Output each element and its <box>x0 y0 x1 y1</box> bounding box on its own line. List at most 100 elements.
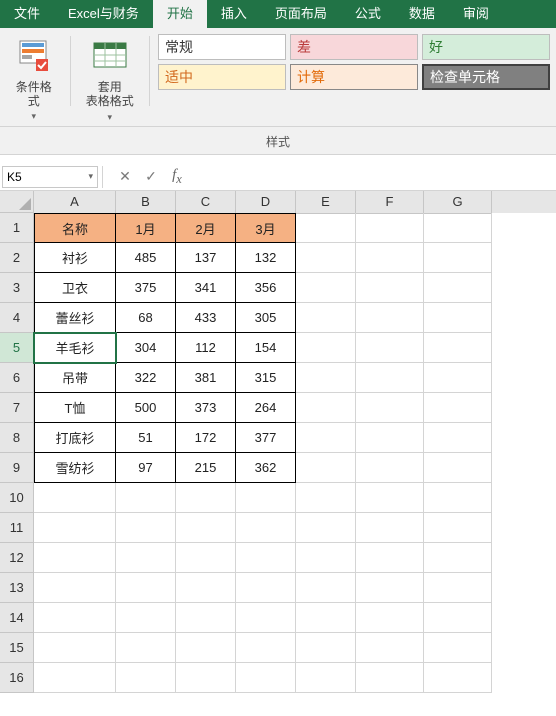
cell[interactable] <box>424 513 492 543</box>
cell[interactable] <box>116 513 176 543</box>
row-header[interactable]: 4 <box>0 303 34 333</box>
cell[interactable] <box>116 543 176 573</box>
style-calculation[interactable]: 计算 <box>290 64 418 90</box>
formula-input[interactable] <box>192 166 554 188</box>
cell[interactable] <box>424 363 492 393</box>
cell[interactable] <box>356 273 424 303</box>
cell[interactable] <box>356 603 424 633</box>
style-good[interactable]: 好 <box>422 34 550 60</box>
column-header[interactable]: E <box>296 191 356 214</box>
cell[interactable]: 264 <box>236 393 296 423</box>
cell[interactable] <box>116 633 176 663</box>
cell[interactable]: 2月 <box>176 213 236 243</box>
tab-review[interactable]: 审阅 <box>449 0 503 28</box>
cancel-icon[interactable]: ✕ <box>114 166 136 188</box>
column-header[interactable]: C <box>176 191 236 214</box>
cell[interactable]: 112 <box>176 333 236 363</box>
cell[interactable]: 305 <box>236 303 296 333</box>
cell[interactable] <box>424 663 492 693</box>
cell[interactable]: 341 <box>176 273 236 303</box>
cell[interactable] <box>356 423 424 453</box>
cell[interactable] <box>296 243 356 273</box>
cell[interactable] <box>296 363 356 393</box>
cell[interactable]: T恤 <box>34 393 116 423</box>
cell[interactable] <box>356 513 424 543</box>
cell[interactable] <box>424 543 492 573</box>
cell[interactable] <box>296 633 356 663</box>
cell[interactable] <box>356 453 424 483</box>
cell[interactable] <box>424 333 492 363</box>
cell[interactable]: 51 <box>116 423 176 453</box>
cell[interactable] <box>296 213 356 243</box>
cell[interactable] <box>356 633 424 663</box>
cell[interactable] <box>236 543 296 573</box>
cell[interactable] <box>296 663 356 693</box>
cell[interactable] <box>296 573 356 603</box>
style-check-cell[interactable]: 检查单元格 <box>422 64 550 90</box>
cell[interactable] <box>356 303 424 333</box>
row-header[interactable]: 1 <box>0 213 34 243</box>
cell[interactable] <box>424 633 492 663</box>
row-header[interactable]: 2 <box>0 243 34 273</box>
row-header[interactable]: 12 <box>0 543 34 573</box>
cell[interactable] <box>296 303 356 333</box>
tab-file[interactable]: 文件 <box>0 0 54 28</box>
column-header[interactable]: F <box>356 191 424 214</box>
column-header[interactable]: A <box>34 191 116 214</box>
cell[interactable] <box>34 663 116 693</box>
tab-home[interactable]: 开始 <box>153 0 207 28</box>
cell[interactable]: 3月 <box>236 213 296 243</box>
cell[interactable] <box>424 213 492 243</box>
cell[interactable]: 215 <box>176 453 236 483</box>
cell[interactable] <box>424 303 492 333</box>
row-header[interactable]: 15 <box>0 633 34 663</box>
cell[interactable]: 雪纺衫 <box>34 453 116 483</box>
cell[interactable] <box>34 543 116 573</box>
cell[interactable]: 衬衫 <box>34 243 116 273</box>
cell[interactable]: 304 <box>116 333 176 363</box>
cell[interactable]: 381 <box>176 363 236 393</box>
style-neutral[interactable]: 适中 <box>158 64 286 90</box>
cell[interactable]: 132 <box>236 243 296 273</box>
select-all-button[interactable] <box>0 191 34 213</box>
cell[interactable]: 羊毛衫 <box>34 333 116 363</box>
cell[interactable] <box>34 483 116 513</box>
cell[interactable] <box>34 633 116 663</box>
cell[interactable]: 1月 <box>116 213 176 243</box>
cell[interactable] <box>296 453 356 483</box>
cell[interactable] <box>176 543 236 573</box>
cell[interactable] <box>356 543 424 573</box>
tab-excel-finance[interactable]: Excel与财务 <box>54 0 153 28</box>
tab-insert[interactable]: 插入 <box>207 0 261 28</box>
enter-icon[interactable]: ✓ <box>140 166 162 188</box>
cell[interactable] <box>424 483 492 513</box>
tab-page-layout[interactable]: 页面布局 <box>261 0 341 28</box>
column-header[interactable]: B <box>116 191 176 214</box>
cell[interactable]: 吊带 <box>34 363 116 393</box>
cell[interactable] <box>176 633 236 663</box>
cell[interactable]: 97 <box>116 453 176 483</box>
cell[interactable]: 137 <box>176 243 236 273</box>
cell[interactable]: 373 <box>176 393 236 423</box>
cell[interactable] <box>424 573 492 603</box>
row-header[interactable]: 16 <box>0 663 34 693</box>
cell[interactable] <box>34 603 116 633</box>
cell[interactable] <box>424 243 492 273</box>
column-header[interactable]: G <box>424 191 492 214</box>
cell[interactable] <box>176 663 236 693</box>
cell[interactable] <box>356 663 424 693</box>
cell[interactable] <box>424 423 492 453</box>
cell[interactable]: 356 <box>236 273 296 303</box>
cell[interactable] <box>116 603 176 633</box>
cell[interactable]: 485 <box>116 243 176 273</box>
cell[interactable]: 322 <box>116 363 176 393</box>
cell[interactable] <box>356 573 424 603</box>
cell[interactable] <box>296 393 356 423</box>
cell[interactable] <box>34 573 116 603</box>
cell[interactable]: 名称 <box>34 213 116 243</box>
row-header[interactable]: 7 <box>0 393 34 423</box>
cell[interactable]: 打底衫 <box>34 423 116 453</box>
row-header[interactable]: 8 <box>0 423 34 453</box>
cell[interactable] <box>424 273 492 303</box>
cell[interactable] <box>296 513 356 543</box>
